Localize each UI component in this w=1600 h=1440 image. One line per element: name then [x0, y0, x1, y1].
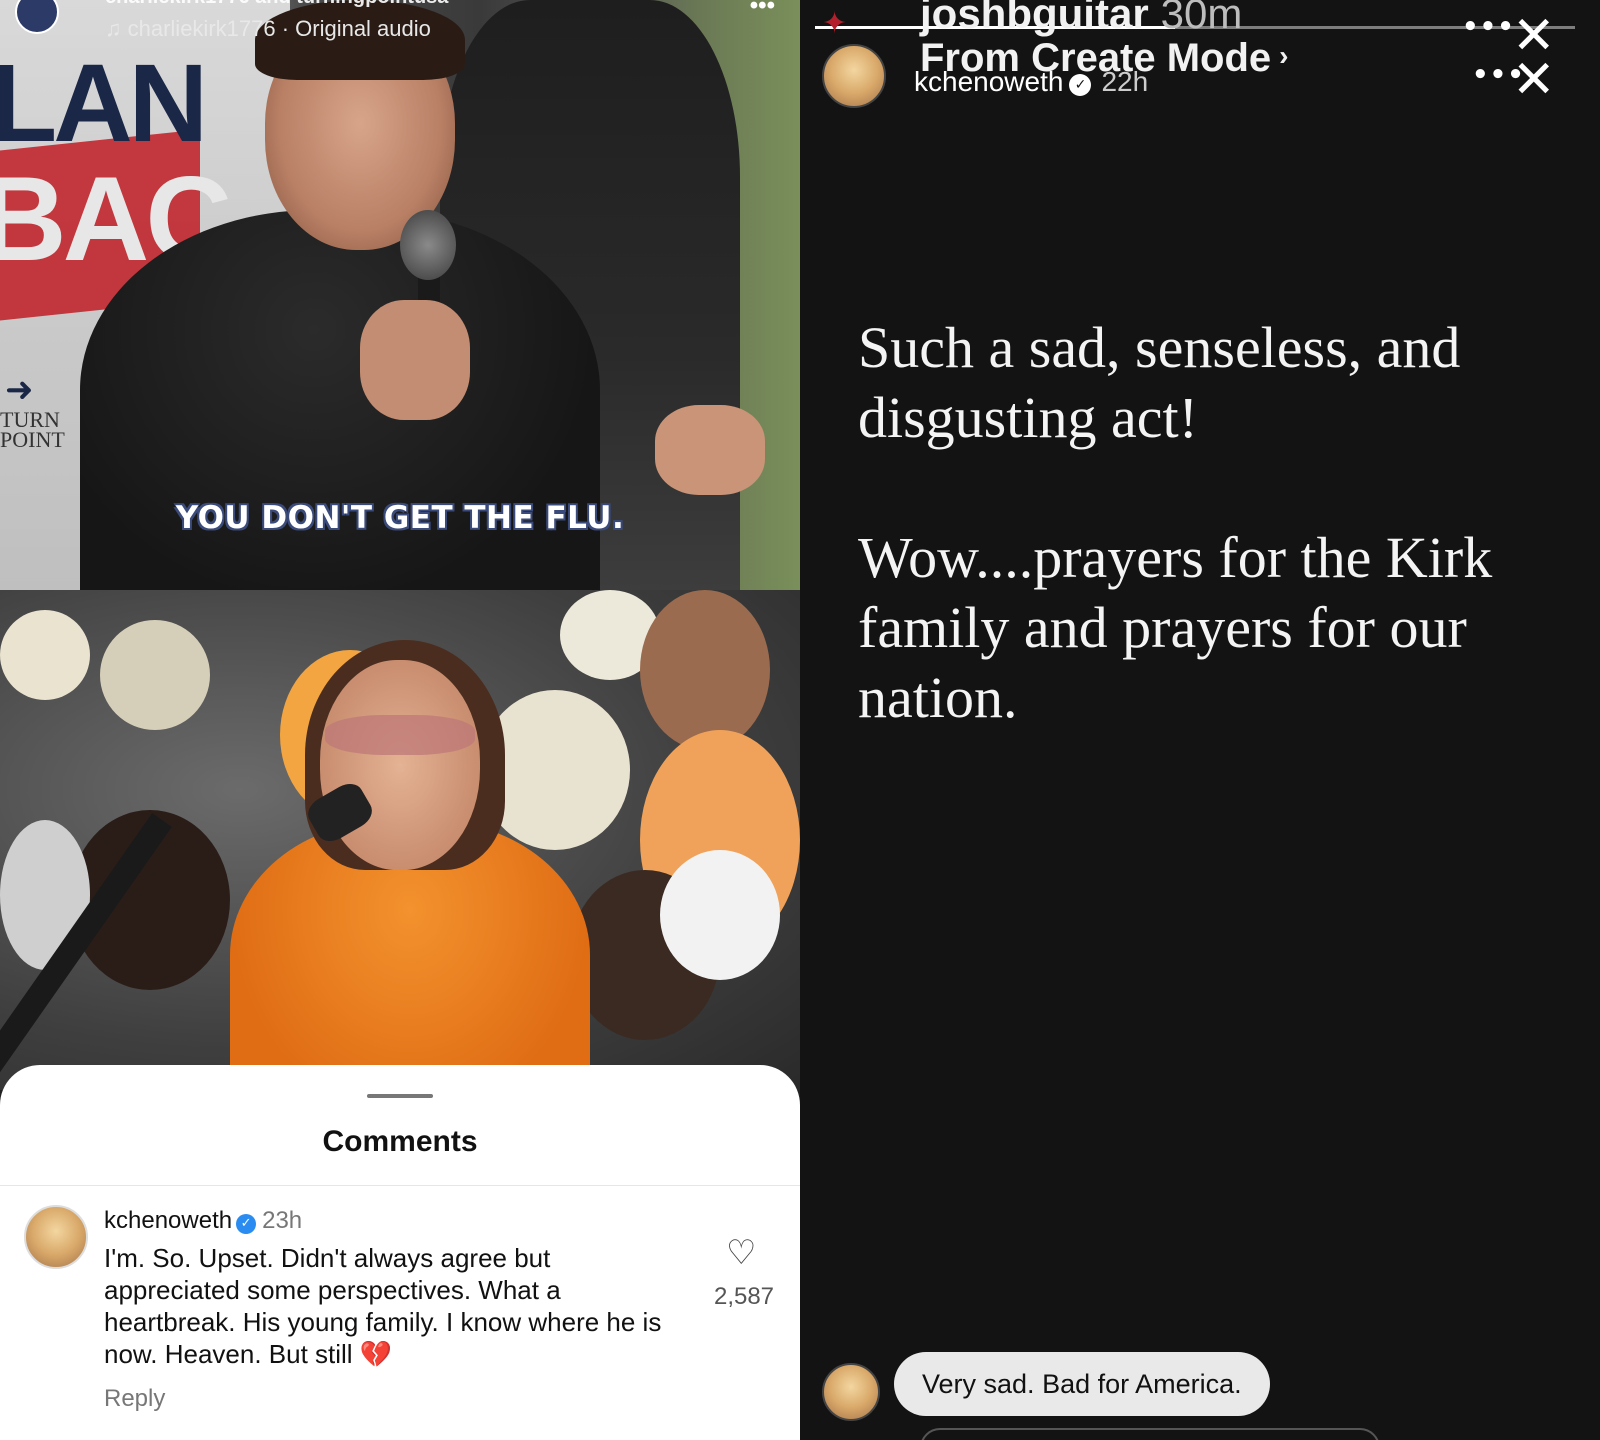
drag-handle[interactable]: [367, 1094, 433, 1098]
crowd-person: [0, 610, 90, 700]
ghost-username: joshbguitar: [920, 0, 1149, 37]
arrow-icon: ➜: [5, 371, 34, 409]
speaker-face: [320, 660, 480, 870]
comment-time: 23h: [262, 1207, 303, 1234]
comments-sheet: Comments kchenoweth ✓ 23h I'm. So. Upset. …: [0, 1065, 800, 1440]
reel-panel: LAN BAC ➜ TURN POINT YOU DON'T GET THE F…: [0, 0, 800, 1440]
story-header: kchenoweth ✓ 22h: [914, 66, 1148, 98]
avatar[interactable]: [822, 44, 886, 108]
audio-label[interactable]: ♫ charliekirk1776 · Original audio: [105, 16, 431, 42]
reply-button[interactable]: Reply: [104, 1385, 165, 1413]
reply-message-bubble[interactable]: Very sad. Bad for America.: [894, 1352, 1270, 1416]
crowd-person: [660, 850, 780, 980]
story-panel: ✦ joshbguitar 30m From Create Mode › kchen…: [800, 0, 1600, 1440]
story-text: Such a sad, senseless, and disgusting ac…: [858, 313, 1558, 803]
logo-icon: ✦: [822, 6, 848, 41]
avatar[interactable]: [15, 0, 59, 34]
broken-heart-icon: 💔: [359, 1340, 393, 1370]
heart-outline-icon[interactable]: ♡: [726, 1233, 756, 1273]
video-caption: YOU DON'T GET THE FLU.: [175, 500, 625, 536]
music-note-icon: ♫: [105, 16, 122, 41]
verified-badge-icon: ✓: [236, 1214, 257, 1234]
story-paragraph-1: Such a sad, senseless, and disgusting ac…: [858, 315, 1461, 450]
comment-username[interactable]: kchenoweth: [104, 1207, 232, 1234]
ghost-time: 30m: [1160, 0, 1243, 37]
close-icon[interactable]: ✕: [1512, 54, 1556, 106]
crowd-person: [100, 620, 210, 730]
more-horizontal-icon[interactable]: •••: [1462, 12, 1515, 42]
comments-title: Comments: [322, 1125, 478, 1158]
story-time: 22h: [1101, 66, 1149, 97]
story-username[interactable]: kchenoweth: [914, 66, 1063, 97]
avatar: [822, 1363, 880, 1421]
banner-brand: TURN POINT: [0, 407, 65, 452]
comment-text-block: I'm. So. Upset. Didn't always agree but …: [104, 1242, 684, 1371]
avatar[interactable]: [24, 1205, 88, 1269]
reel-video-top[interactable]: LAN BAC ➜ TURN POINT YOU DON'T GET THE F…: [0, 0, 800, 590]
reel-header: charliekirk1776 and turningpointusa ♫ ch…: [0, 0, 800, 50]
crowd-person: [640, 590, 770, 750]
chevron-right-icon: ›: [1279, 40, 1289, 71]
divider: [0, 1185, 800, 1186]
more-horizontal-icon[interactable]: •••: [750, 0, 775, 20]
message-input[interactable]: [920, 1428, 1380, 1440]
ghost-header: joshbguitar 30m: [920, 0, 1242, 38]
story-paragraph-2: Wow....prayers for the Kirk family and p…: [858, 525, 1493, 730]
audio-text: charliekirk1776 · Original audio: [127, 16, 431, 41]
verified-badge-icon: ✓: [1069, 74, 1092, 96]
sunglasses: [325, 715, 475, 755]
reel-video-bottom[interactable]: [0, 590, 800, 1090]
reel-authors[interactable]: charliekirk1776 and turningpointusa: [105, 0, 448, 9]
like-count: 2,587: [713, 1283, 775, 1310]
microphone-icon: [400, 210, 456, 280]
